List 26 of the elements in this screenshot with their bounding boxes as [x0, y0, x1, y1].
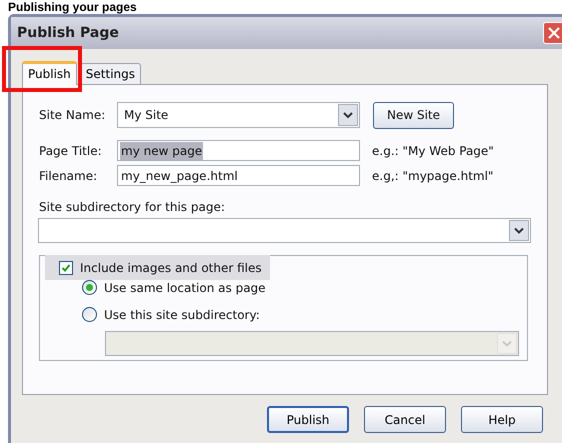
text-field[interactable]: my_new_page.html	[117, 165, 360, 186]
radio-label: Use this site subdirectory:	[104, 306, 260, 324]
dialog-button[interactable]: Publish	[267, 406, 349, 433]
radio-button[interactable]	[82, 307, 97, 322]
field-label: Site Name:	[39, 107, 106, 124]
dialog-button[interactable]: Cancel	[364, 406, 446, 433]
new-site-button[interactable]: New Site	[373, 102, 454, 128]
site-name-dropdown[interactable]: My Site	[117, 102, 360, 128]
field-label: Filename:	[39, 168, 98, 184]
close-button[interactable]	[543, 22, 562, 44]
tab[interactable]: Settings	[80, 63, 141, 84]
close-icon	[548, 27, 560, 39]
dropdown-value: My Site	[124, 107, 168, 124]
tab[interactable]: Publish	[22, 61, 77, 85]
dialog-button[interactable]: Help	[461, 406, 543, 433]
radio-button[interactable]	[82, 280, 97, 295]
text-field[interactable]: my new page	[117, 140, 360, 161]
page-heading: Publishing your pages	[8, 0, 137, 14]
hint-text: e.g,: "mypage.html"	[372, 168, 494, 184]
window-title: Publish Page	[17, 24, 119, 42]
field-label: Site subdirectory for this page:	[39, 199, 226, 214]
hint-text: e.g.: "My Web Page"	[372, 142, 494, 160]
checkbox-label: Include images and other files	[80, 260, 262, 276]
field-label: Page Title:	[39, 142, 103, 160]
checkbox[interactable]	[59, 260, 73, 274]
radio-label: Use same location as page	[104, 280, 266, 296]
